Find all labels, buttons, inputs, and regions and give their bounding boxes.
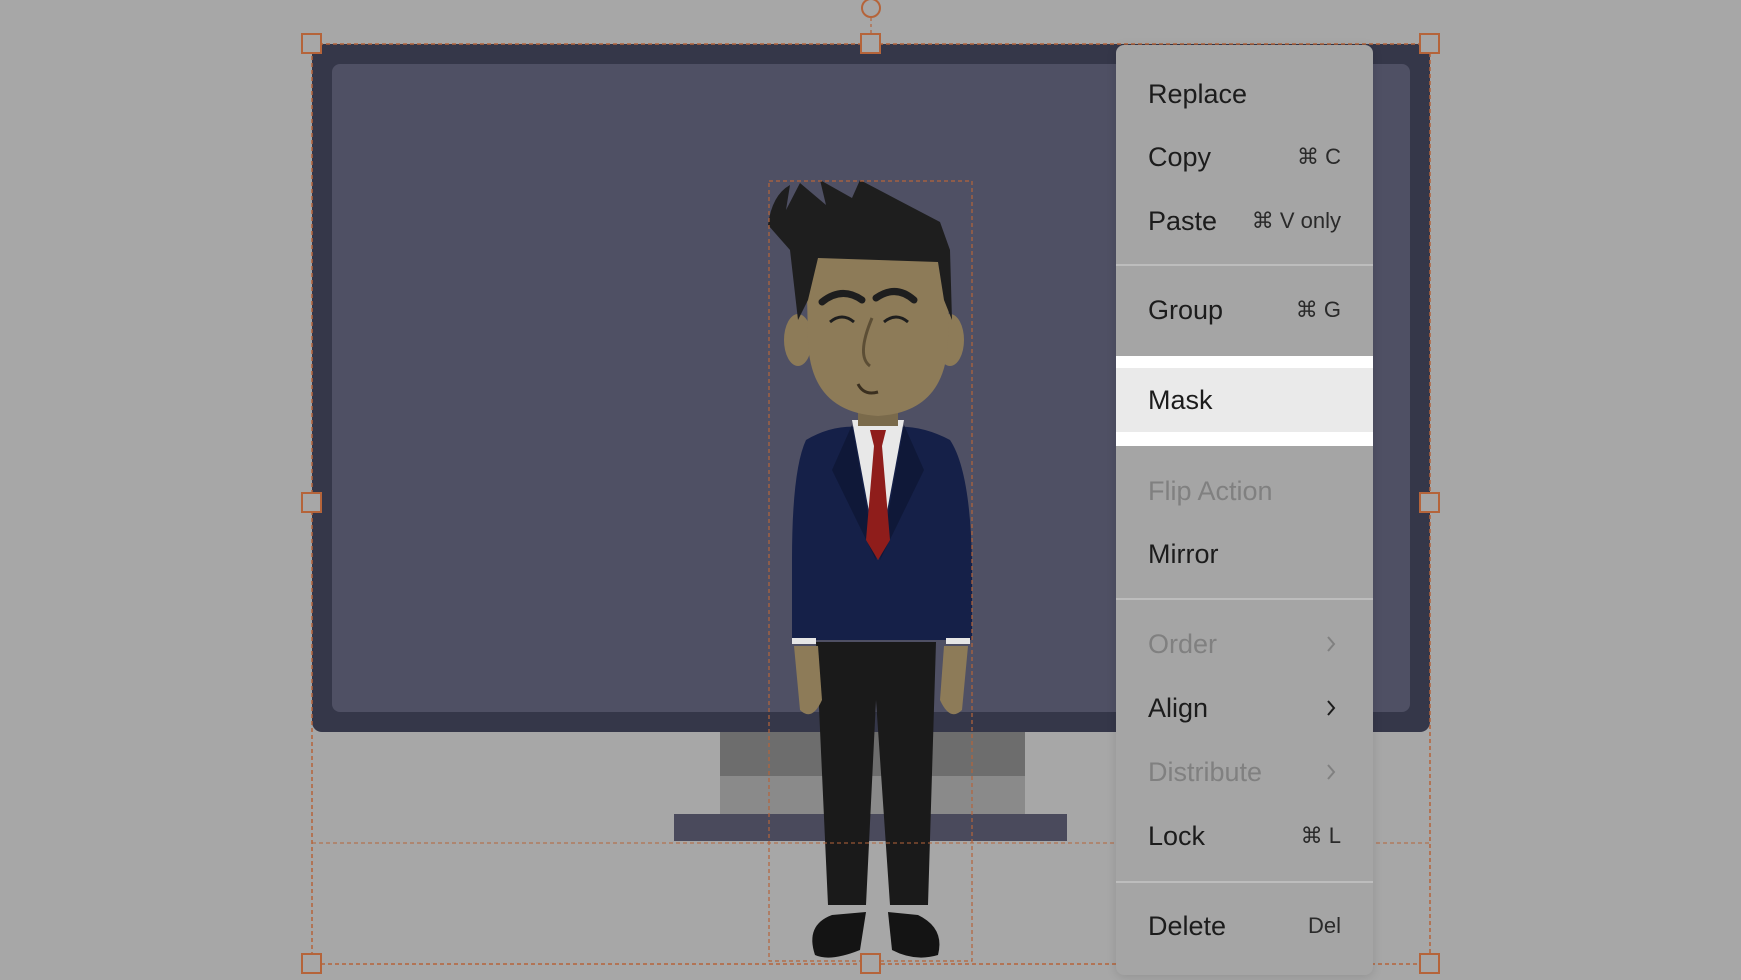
menu-item-paste[interactable]: Paste ⌘ V only — [1116, 192, 1373, 250]
character-shoe-right — [888, 912, 940, 958]
menu-separator — [1116, 598, 1373, 600]
menu-item-label: Mask — [1148, 384, 1213, 415]
chevron-right-icon — [1321, 762, 1341, 782]
menu-item-align[interactable]: Align — [1116, 679, 1373, 737]
menu-item-lock[interactable]: Lock ⌘ L — [1116, 807, 1373, 865]
menu-item-distribute: Distribute — [1116, 743, 1373, 801]
menu-separator — [1116, 264, 1373, 266]
menu-item-label: Distribute — [1148, 756, 1263, 787]
menu-item-mask[interactable]: Mask — [1116, 368, 1373, 432]
menu-item-label: Paste — [1148, 205, 1218, 236]
resize-handle-top-left[interactable] — [301, 33, 322, 54]
context-menu: Replace Copy ⌘ C Paste ⌘ V only Group ⌘ … — [1116, 45, 1373, 975]
character-shoe-left — [812, 912, 866, 958]
menu-item-label: Copy — [1148, 141, 1212, 172]
menu-item-copy[interactable]: Copy ⌘ C — [1116, 128, 1373, 186]
character-cuff-right — [946, 638, 970, 644]
menu-item-label: Replace — [1148, 78, 1248, 109]
resize-handle-middle-left[interactable] — [301, 492, 322, 513]
chevron-right-icon — [1321, 634, 1341, 654]
menu-item-replace[interactable]: Replace — [1116, 65, 1373, 123]
resize-handle-top-right[interactable] — [1419, 33, 1440, 54]
menu-separator — [1116, 881, 1373, 883]
resize-handle-bottom-right[interactable] — [1419, 953, 1440, 974]
menu-item-mirror[interactable]: Mirror — [1116, 525, 1373, 583]
resize-handle-top-center[interactable] — [860, 33, 881, 54]
menu-item-label: Group — [1148, 294, 1224, 325]
menu-item-label: Delete — [1148, 910, 1227, 941]
character-head — [806, 250, 950, 416]
menu-item-label: Mirror — [1148, 538, 1219, 569]
menu-item-shortcut: Del — [1307, 913, 1341, 938]
menu-item-shortcut: ⌘ C — [1297, 144, 1341, 169]
menu-item-shortcut: ⌘ L — [1300, 823, 1341, 848]
menu-item-order: Order — [1116, 615, 1373, 673]
menu-item-label: Lock — [1148, 820, 1206, 851]
menu-item-shortcut: ⌘ G — [1295, 297, 1341, 322]
resize-handle-middle-right[interactable] — [1419, 492, 1440, 513]
character-cuff-left — [792, 638, 816, 644]
menu-item-flip-action: Flip Action — [1116, 462, 1373, 520]
chevron-right-icon — [1321, 698, 1341, 718]
resize-handle-bottom-left[interactable] — [301, 953, 322, 974]
rotation-handle[interactable] — [861, 0, 881, 18]
menu-item-delete[interactable]: Delete Del — [1116, 897, 1373, 955]
menu-item-label: Order — [1148, 628, 1218, 659]
monitor-stand-neck-lower — [720, 776, 1025, 814]
monitor-stand-base — [674, 814, 1067, 841]
menu-item-label: Flip Action — [1148, 475, 1273, 506]
resize-handle-bottom-center[interactable] — [860, 953, 881, 974]
menu-item-group[interactable]: Group ⌘ G — [1116, 281, 1373, 339]
menu-item-shortcut: ⌘ V only — [1251, 208, 1341, 233]
menu-item-label: Align — [1148, 692, 1209, 723]
